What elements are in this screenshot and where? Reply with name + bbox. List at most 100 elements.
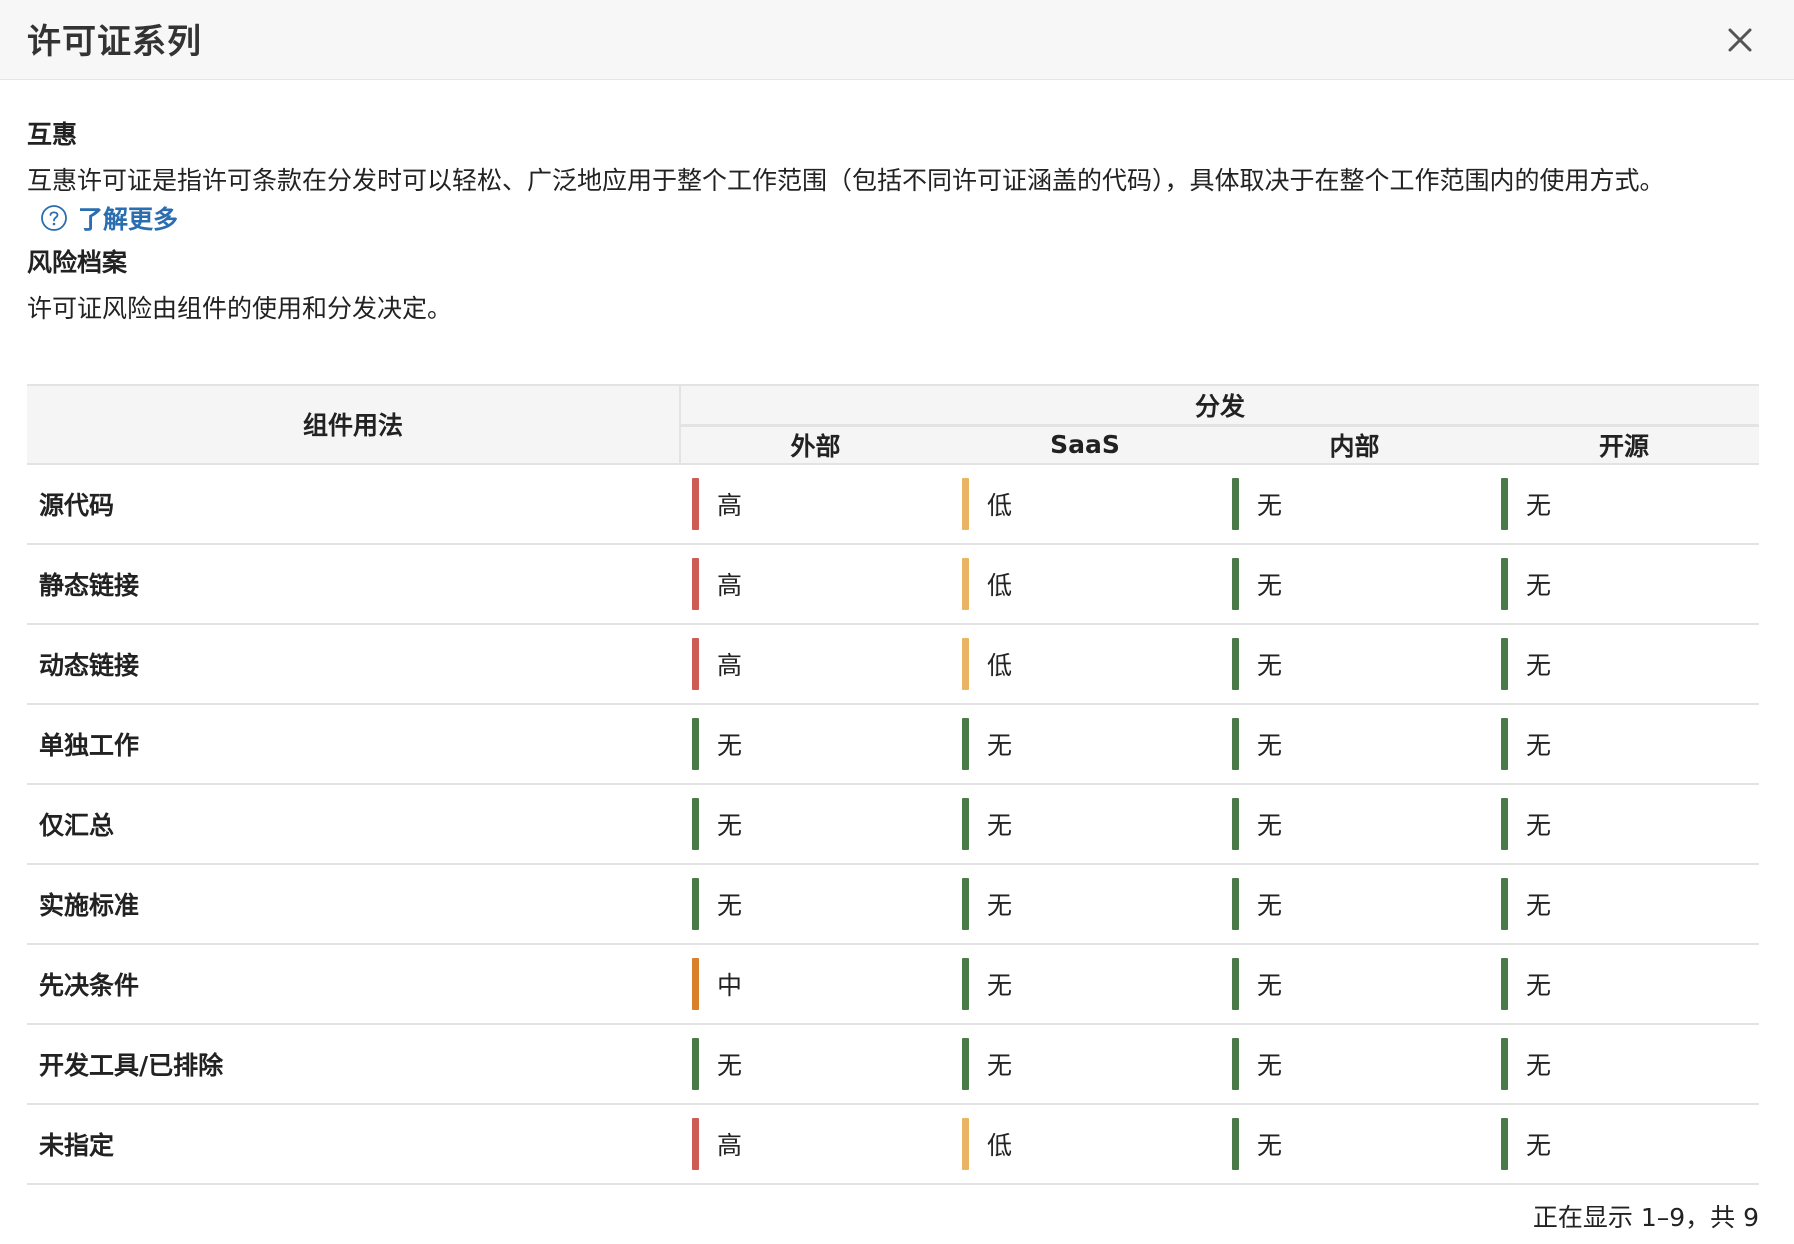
risk-level-bar	[1501, 637, 1508, 690]
license-family-dialog: 许可证系列 互惠 互惠许可证是指许可条款在分发时可以轻松、广泛地应用于整个工作范…	[0, 0, 1794, 1244]
risk-level-label: 高	[717, 1130, 743, 1160]
risk-cell: 无	[1220, 943, 1489, 1025]
risk-cell: 无	[1220, 543, 1489, 625]
risk-cell: 无	[1489, 943, 1760, 1025]
distribution-column-header: 分发	[678, 384, 1760, 427]
risk-cell: 无	[680, 783, 950, 865]
risk-indicator: 无	[1501, 1117, 1759, 1170]
risk-level-bar	[1501, 717, 1508, 770]
risk-indicator: 无	[962, 717, 1220, 770]
risk-indicator: 无	[1501, 717, 1759, 770]
risk-cell: 无	[1220, 703, 1489, 785]
risk-cell: 无	[950, 863, 1220, 945]
risk-indicator: 无	[1232, 477, 1489, 530]
learn-more-link[interactable]: 了解更多	[40, 200, 178, 236]
risk-level-label: 无	[1526, 490, 1552, 520]
risk-cell: 无	[1489, 1023, 1760, 1105]
usage-label: 单独工作	[27, 703, 680, 785]
risk-indicator: 无	[962, 797, 1220, 850]
risk-cell: 低	[950, 1103, 1220, 1185]
risk-indicator: 无	[1501, 1037, 1759, 1090]
risk-indicator: 无	[1232, 557, 1489, 610]
usage-label: 静态链接	[27, 543, 680, 625]
risk-indicator: 无	[1501, 637, 1759, 690]
risk-level-bar	[1232, 477, 1239, 530]
risk-indicator: 无	[962, 1037, 1220, 1090]
risk-level-bar	[1501, 1117, 1508, 1170]
risk-indicator: 高	[692, 477, 950, 530]
risk-indicator: 无	[1232, 637, 1489, 690]
risk-cell: 无	[680, 1023, 950, 1105]
risk-cell: 高	[680, 1103, 950, 1185]
risk-cell: 无	[680, 703, 950, 785]
risk-indicator: 无	[1232, 717, 1489, 770]
risk-cell: 低	[950, 543, 1220, 625]
risk-indicator: 无	[1501, 877, 1759, 930]
risk-level-label: 无	[987, 810, 1013, 840]
risk-cell: 无	[1489, 783, 1760, 865]
risk-level-label: 无	[1526, 1130, 1552, 1160]
risk-level-bar	[962, 1037, 969, 1090]
risk-level-label: 无	[717, 810, 743, 840]
risk-cell: 无	[950, 703, 1220, 785]
usage-label: 先决条件	[27, 943, 680, 1025]
risk-level-label: 低	[987, 490, 1013, 520]
risk-cell: 无	[1220, 863, 1489, 945]
question-circle-icon	[41, 205, 67, 231]
close-button[interactable]	[1722, 22, 1758, 58]
dialog-header: 许可证系列	[0, 0, 1794, 80]
risk-level-bar	[962, 797, 969, 850]
risk-level-label: 无	[987, 730, 1013, 760]
risk-level-bar	[1232, 717, 1239, 770]
risk-level-bar	[692, 637, 699, 690]
risk-level-bar	[1232, 557, 1239, 610]
risk-indicator: 高	[692, 1117, 950, 1170]
risk-level-label: 无	[1257, 1130, 1283, 1160]
risk-cell: 中	[680, 943, 950, 1025]
risk-level-label: 无	[1526, 810, 1552, 840]
risk-cell: 无	[1489, 463, 1760, 545]
column-header-open-source: 开源	[1489, 425, 1760, 465]
risk-level-bar	[692, 797, 699, 850]
risk-indicator: 无	[1232, 1117, 1489, 1170]
risk-level-label: 无	[1257, 570, 1283, 600]
risk-level-label: 无	[1526, 650, 1552, 680]
risk-profile-heading: 风险档案	[27, 248, 128, 277]
risk-level-label: 无	[717, 890, 743, 920]
risk-indicator: 无	[1232, 1037, 1489, 1090]
risk-cell: 无	[1489, 863, 1760, 945]
risk-level-bar	[692, 477, 699, 530]
risk-level-bar	[962, 637, 969, 690]
risk-level-label: 高	[717, 650, 743, 680]
risk-cell: 低	[950, 623, 1220, 705]
risk-level-label: 低	[987, 570, 1013, 600]
risk-level-bar	[692, 957, 699, 1010]
risk-level-bar	[962, 557, 969, 610]
column-header-saas: SaaS	[950, 425, 1220, 465]
risk-level-label: 无	[1257, 810, 1283, 840]
risk-level-label: 低	[987, 1130, 1013, 1160]
usage-label: 源代码	[27, 463, 680, 545]
risk-level-bar	[692, 717, 699, 770]
risk-level-label: 无	[1257, 650, 1283, 680]
table-row: 静态链接 高 低 无 无	[27, 543, 1760, 625]
risk-level-bar	[692, 1117, 699, 1170]
table-row: 源代码 高 低 无 无	[27, 463, 1760, 545]
risk-level-bar	[1501, 957, 1508, 1010]
risk-level-label: 无	[1526, 970, 1552, 1000]
risk-indicator: 低	[962, 1117, 1220, 1170]
risk-indicator: 中	[692, 957, 950, 1010]
risk-cell: 无	[950, 783, 1220, 865]
risk-level-bar	[692, 1037, 699, 1090]
risk-level-label: 无	[987, 890, 1013, 920]
risk-level-label: 中	[717, 970, 743, 1000]
risk-cell: 高	[680, 463, 950, 545]
risk-indicator: 无	[962, 957, 1220, 1010]
risk-cell: 无	[1220, 1023, 1489, 1105]
risk-indicator: 无	[1232, 797, 1489, 850]
close-icon	[1728, 28, 1752, 52]
risk-level-label: 无	[717, 730, 743, 760]
risk-level-label: 无	[1257, 490, 1283, 520]
risk-cell: 无	[1489, 623, 1760, 705]
risk-indicator: 无	[692, 797, 950, 850]
